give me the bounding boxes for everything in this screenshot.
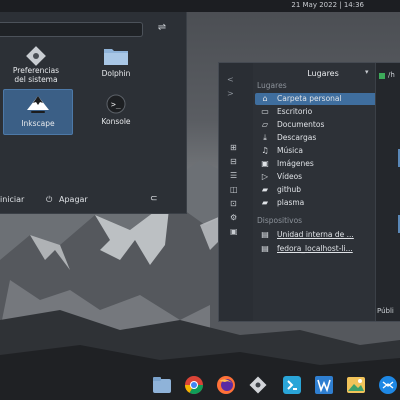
- place-item-desktop[interactable]: ▭ Escritorio: [255, 106, 389, 118]
- compact-view-icon[interactable]: ⊟: [230, 157, 237, 166]
- chevron-down-icon[interactable]: ▾: [365, 68, 369, 76]
- forward-icon[interactable]: >: [227, 89, 234, 98]
- app-launcher: ⇌ Preferencias del sistema Dolphin Inksc…: [0, 12, 187, 214]
- device-item-internal[interactable]: ▤ Unidad interna de ...: [255, 229, 389, 241]
- file-view-pane[interactable]: /h: [375, 63, 400, 321]
- place-item-documents[interactable]: ▱ Documentos: [255, 119, 389, 131]
- place-item-home[interactable]: ⌂ Carpeta personal: [255, 93, 389, 105]
- svg-text:>_: >_: [111, 100, 121, 109]
- music-icon: ♫: [261, 146, 269, 155]
- restart-button[interactable]: iniciar: [0, 195, 24, 204]
- terminal-icon: >_: [106, 94, 126, 114]
- place-item-label: Documentos: [277, 120, 325, 129]
- location-indicator: [379, 73, 385, 79]
- chromium-icon[interactable]: [184, 375, 204, 395]
- filter-icon[interactable]: ⇌: [156, 22, 168, 34]
- clock-datetime[interactable]: 21 May 2022 | 14:36: [291, 1, 364, 9]
- vscode-icon[interactable]: [282, 375, 302, 395]
- place-item-downloads[interactable]: ⤓ Descargas: [255, 132, 389, 144]
- inkscape-icon[interactable]: [248, 375, 268, 395]
- public-folder-label: Públi: [377, 307, 394, 315]
- device-item-fedora[interactable]: ▤ fedora_localhost-li...: [255, 243, 389, 255]
- image-icon[interactable]: ▣: [230, 227, 238, 236]
- inkscape-icon: [27, 96, 49, 113]
- place-item-label: github: [277, 185, 302, 194]
- desktop-icon: ▭: [261, 107, 269, 116]
- folder-icon: ▰: [261, 198, 269, 207]
- app-tile-inkscape[interactable]: Inkscape: [3, 89, 73, 135]
- app-label: Dolphin: [101, 69, 131, 78]
- back-icon[interactable]: <: [227, 75, 234, 84]
- firefox-icon[interactable]: [216, 375, 236, 395]
- shutdown-button[interactable]: Apagar: [59, 195, 88, 204]
- device-item-label: fedora_localhost-li...: [277, 244, 353, 253]
- image-viewer-icon[interactable]: [346, 375, 366, 395]
- power-icon: ⏻: [46, 195, 53, 204]
- devices-section-label: Dispositivos: [257, 216, 303, 225]
- places-toolbar: < > ⊞ ⊟ ☰ ◫ ⊡ ⚙ ▣: [219, 63, 253, 321]
- download-icon: ⤓: [263, 133, 267, 142]
- app-tile-dolphin[interactable]: Dolphin: [80, 44, 152, 88]
- app-label-line2: del sistema: [14, 75, 58, 84]
- place-item-github[interactable]: ▰ github: [255, 184, 389, 196]
- video-icon: ▷: [261, 172, 269, 181]
- split-view-icon[interactable]: ◫: [230, 185, 238, 194]
- place-item-label: Escritorio: [277, 107, 313, 116]
- place-item-pictures[interactable]: ▣ Imágenes: [255, 158, 389, 170]
- dolphin-window: < > ⊞ ⊟ ☰ ◫ ⊡ ⚙ ▣ Lugares ▾ Lugares ⌂ Ca…: [218, 62, 400, 322]
- app-label: Konsole: [101, 117, 131, 126]
- window-title: Lugares: [307, 69, 339, 78]
- drive-icon: ▤: [261, 244, 269, 253]
- settings-icon: [26, 46, 46, 66]
- kdeconnect-icon[interactable]: [378, 375, 398, 395]
- list-view-icon[interactable]: ☰: [230, 171, 237, 180]
- place-item-label: Música: [277, 146, 303, 155]
- image-icon: ▣: [261, 159, 269, 168]
- place-item-label: Descargas: [277, 133, 317, 142]
- preview-icon[interactable]: ⊡: [230, 199, 237, 208]
- leave-icon[interactable]: ⊂: [150, 194, 158, 204]
- settings-icon[interactable]: ⚙: [230, 213, 237, 222]
- app-tile-system-settings[interactable]: Preferencias del sistema: [0, 44, 72, 88]
- grid-view-icon[interactable]: ⊞: [230, 143, 237, 152]
- folder-icon[interactable]: [152, 375, 172, 395]
- place-item-videos[interactable]: ▷ Vídeos: [255, 171, 389, 183]
- app-tile-konsole[interactable]: >_ Konsole: [80, 92, 152, 136]
- writer-icon[interactable]: [314, 375, 334, 395]
- folder-icon: ▰: [261, 185, 269, 194]
- launcher-search-input[interactable]: [0, 22, 143, 37]
- app-label: Preferencias: [12, 66, 60, 75]
- top-panel: 21 May 2022 | 14:36: [0, 0, 400, 12]
- dock: [140, 371, 400, 400]
- place-item-music[interactable]: ♫ Música: [255, 145, 389, 157]
- place-item-label: Vídeos: [277, 172, 303, 181]
- drive-icon: ▤: [261, 230, 269, 239]
- place-item-plasma[interactable]: ▰ plasma: [255, 197, 389, 209]
- folder-icon: [104, 49, 128, 65]
- app-label: Inkscape: [21, 119, 55, 128]
- place-item-label: plasma: [277, 198, 305, 207]
- path-text: /h: [388, 71, 395, 79]
- place-item-label: Carpeta personal: [277, 94, 342, 103]
- launcher-footer: iniciar ⏻ Apagar ⊂: [0, 192, 186, 206]
- documents-folder-icon: ▱: [261, 120, 269, 129]
- place-item-label: Imágenes: [277, 159, 314, 168]
- home-icon: ⌂: [262, 94, 268, 103]
- places-section-label: Lugares: [257, 81, 287, 90]
- device-item-label: Unidad interna de ...: [277, 230, 354, 239]
